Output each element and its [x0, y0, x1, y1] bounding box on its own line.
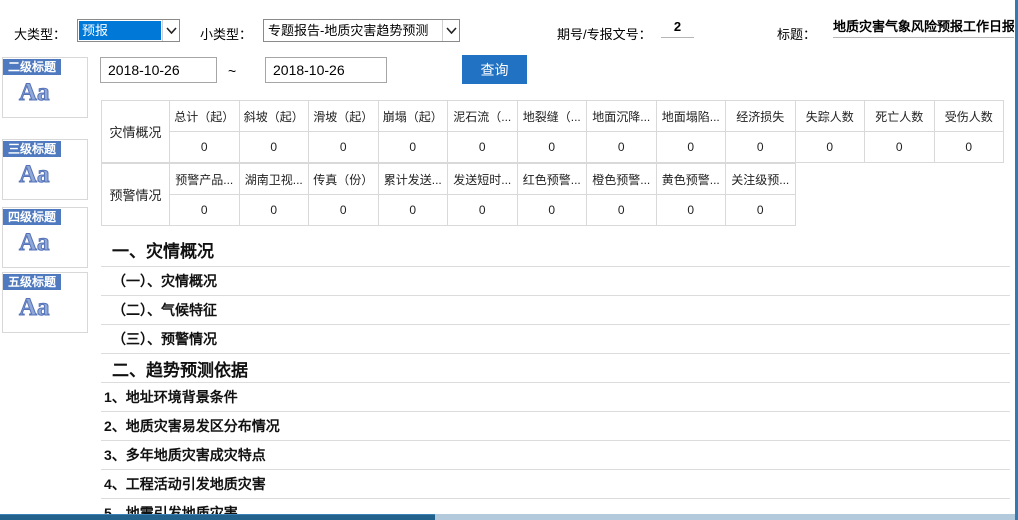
table-column-header: 红色预警... — [517, 164, 587, 195]
table-value-cell[interactable]: 0 — [517, 195, 587, 226]
table-column-header: 泥石流（... — [448, 101, 518, 132]
issue-number-input[interactable] — [661, 16, 694, 38]
table-value-cell[interactable]: 0 — [239, 132, 309, 163]
table-column-header: 崩塌（起） — [378, 101, 448, 132]
small-type-select[interactable]: 专题报告-地质灾害趋势预测 — [263, 19, 460, 42]
heading-style-label: 五级标题 — [3, 274, 61, 290]
issue-number-label: 期号/专报文号： — [557, 24, 652, 43]
outline-heading-row[interactable]: 一、灾情概况 — [101, 233, 1010, 267]
table-column-header: 湖南卫视... — [239, 164, 309, 195]
table-value-cell[interactable]: 0 — [865, 132, 935, 163]
table-value-cell[interactable]: 0 — [726, 132, 796, 163]
table-column-header: 累计发送... — [378, 164, 448, 195]
table-row-label: 灾情概况 — [102, 101, 170, 163]
table-value-cell[interactable]: 0 — [448, 195, 518, 226]
heading-style-label: 四级标题 — [3, 209, 61, 225]
small-type-label: 小类型： — [200, 24, 252, 43]
table-value-cell[interactable]: 0 — [170, 195, 240, 226]
table-value-cell[interactable]: 0 — [239, 195, 309, 226]
query-button[interactable]: 查询 — [462, 55, 527, 84]
table-row-label: 预警情况 — [102, 164, 170, 226]
outline-heading-row[interactable]: 1、地址环境背景条件 — [101, 383, 1010, 412]
chevron-down-icon — [162, 20, 179, 41]
font-style-aa-icon: Aa — [19, 162, 87, 187]
outline-heading-row[interactable]: 3、多年地质灾害成灾特点 — [101, 441, 1010, 470]
table-column-header: 经济损失 — [726, 101, 796, 132]
warning-overview-table: 预警情况预警产品...湖南卫视...传真（份）累计发送...发送短时...红色预… — [101, 163, 796, 226]
table-value-cell[interactable]: 0 — [587, 195, 657, 226]
disaster-overview-table: 灾情概况总计（起）斜坡（起）滑坡（起）崩塌（起）泥石流（...地裂缝（...地面… — [101, 100, 1004, 163]
table-column-header: 发送短时... — [448, 164, 518, 195]
table-column-header: 橙色预警... — [587, 164, 657, 195]
sidebar-item-heading-level-3[interactable]: 三级标题 Aa — [2, 139, 88, 200]
report-builder-window: 大类型： 预报 小类型： 专题报告-地质灾害趋势预测 期号/专报文号： 标题： … — [0, 0, 1018, 520]
table-value-cell[interactable]: 0 — [934, 132, 1004, 163]
table-value-cell[interactable]: 0 — [170, 132, 240, 163]
table-column-header: 受伤人数 — [934, 101, 1004, 132]
table-value-cell[interactable]: 0 — [726, 195, 796, 226]
table-column-header: 关注级预... — [726, 164, 796, 195]
sidebar-item-heading-level-4[interactable]: 四级标题 Aa — [2, 207, 88, 268]
table-column-header: 传真（份） — [309, 164, 379, 195]
outline-heading-row[interactable]: （一）、灾情概况 — [101, 267, 1010, 296]
table-value-cell[interactable]: 0 — [656, 195, 726, 226]
horizontal-scrollbar-thumb[interactable] — [0, 514, 435, 520]
font-style-aa-icon: Aa — [19, 80, 87, 105]
small-type-selected-value: 专题报告-地质灾害趋势预测 — [265, 21, 441, 40]
outline-heading-row[interactable]: （二）、气候特征 — [101, 296, 1010, 325]
table-column-header: 地裂缝（... — [517, 101, 587, 132]
table-value-cell[interactable]: 0 — [448, 132, 518, 163]
table-column-header: 死亡人数 — [865, 101, 935, 132]
table-value-cell[interactable]: 0 — [517, 132, 587, 163]
table-column-header: 斜坡（起） — [239, 101, 309, 132]
outline-heading-row[interactable]: （三）、预警情况 — [101, 325, 1010, 354]
big-type-selected-value: 预报 — [79, 21, 161, 40]
table-column-header: 失踪人数 — [795, 101, 865, 132]
table-value-cell[interactable]: 0 — [309, 195, 379, 226]
table-value-cell[interactable]: 0 — [656, 132, 726, 163]
table-column-header: 黄色预警... — [656, 164, 726, 195]
table-value-cell[interactable]: 0 — [378, 195, 448, 226]
table-column-header: 预警产品... — [170, 164, 240, 195]
table-column-header: 总计（起） — [170, 101, 240, 132]
date-to-input[interactable] — [265, 57, 387, 83]
big-type-label: 大类型： — [14, 24, 66, 43]
big-type-select[interactable]: 预报 — [77, 19, 180, 42]
outline-heading-row[interactable]: 2、地质灾害易发区分布情况 — [101, 412, 1010, 441]
heading-style-label: 二级标题 — [3, 59, 61, 75]
heading-style-label: 三级标题 — [3, 141, 61, 157]
title-label: 标题： — [777, 24, 816, 43]
table-value-cell[interactable]: 0 — [587, 132, 657, 163]
date-range-separator: ~ — [228, 63, 236, 79]
table-column-header: 地面沉降... — [587, 101, 657, 132]
table-value-cell[interactable]: 0 — [309, 132, 379, 163]
table-value-cell[interactable]: 0 — [378, 132, 448, 163]
font-style-aa-icon: Aa — [19, 230, 87, 255]
sidebar-item-heading-level-2[interactable]: 二级标题 Aa — [2, 57, 88, 118]
outline-heading-row[interactable]: 二、趋势预测依据 — [101, 354, 1010, 383]
font-style-aa-icon: Aa — [19, 295, 87, 320]
table-column-header: 滑坡（起） — [309, 101, 379, 132]
title-input[interactable] — [833, 14, 1014, 38]
outline-heading-row[interactable]: 4、工程活动引发地质灾害 — [101, 470, 1010, 499]
horizontal-scrollbar-track[interactable] — [0, 514, 1018, 520]
sidebar-item-heading-level-5[interactable]: 五级标题 Aa — [2, 272, 88, 333]
chevron-down-icon — [442, 20, 459, 41]
document-outline: 一、灾情概况（一）、灾情概况（二）、气候特征（三）、预警情况二、趋势预测依据1、… — [101, 233, 1010, 520]
table-column-header: 地面塌陷... — [656, 101, 726, 132]
date-from-input[interactable] — [100, 57, 217, 83]
table-value-cell[interactable]: 0 — [795, 132, 865, 163]
